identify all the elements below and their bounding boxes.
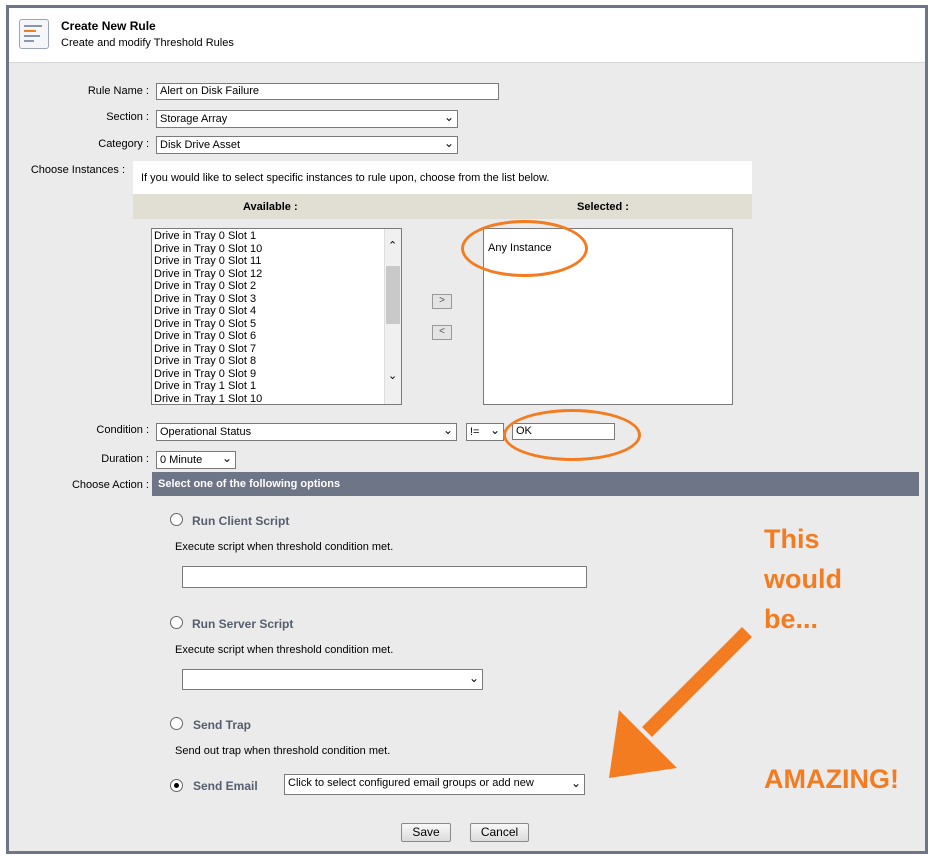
list-item[interactable]: Drive in Tray 0 Slot 2 [152, 280, 384, 293]
chevron-down-icon: ⌄ [221, 451, 232, 465]
list-item[interactable]: Drive in Tray 1 Slot 1 [152, 380, 384, 393]
scroll-thumb[interactable] [386, 266, 400, 324]
operator-select-value: != [470, 426, 480, 438]
duration-select-value: 0 Minute [160, 454, 203, 466]
list-item[interactable]: Drive in Tray 0 Slot 9 [152, 368, 384, 381]
instances-label: Choose Instances : [30, 164, 125, 176]
condition-select[interactable]: Operational Status ⌄ [156, 423, 457, 441]
list-item[interactable]: Drive in Tray 0 Slot 8 [152, 355, 384, 368]
list-item[interactable]: Drive in Tray 0 Slot 7 [152, 343, 384, 356]
rule-window: Create New Rule Create and modify Thresh… [6, 5, 928, 854]
client-script-title: Run Client Script [192, 514, 290, 528]
selected-header: Selected : [577, 201, 629, 213]
instances-hint: If you would like to select specific ins… [141, 172, 550, 184]
annotation-line-3: be... [764, 604, 819, 634]
highlight-ellipse-any-instance [461, 220, 588, 277]
section-select-value: Storage Array [160, 113, 228, 125]
available-header: Available : [243, 201, 298, 213]
page-title: Create New Rule [61, 19, 156, 33]
client-script-desc: Execute script when threshold condition … [175, 541, 394, 553]
section-select[interactable]: Storage Array ⌄ [156, 110, 458, 128]
send-email-title: Send Email [193, 779, 258, 793]
chevron-down-icon: ⌄ [442, 423, 453, 437]
scroll-up-icon[interactable]: ⌃ [388, 239, 397, 252]
chevron-down-icon: ⌄ [468, 671, 479, 685]
available-list[interactable]: Drive in Tray 0 Slot 1 Drive in Tray 0 Sl… [151, 228, 402, 405]
action-banner: Select one of the following options [152, 472, 919, 496]
chevron-down-icon: ⌄ [570, 776, 581, 790]
category-select[interactable]: Disk Drive Asset ⌄ [156, 136, 458, 154]
email-groups-select-value: Click to select configured email groups … [288, 777, 534, 789]
send-trap-title: Send Trap [193, 718, 252, 732]
save-button[interactable]: Save [401, 823, 451, 842]
list-item[interactable]: Drive in Tray 0 Slot 1 [152, 230, 384, 243]
rules-document-icon [19, 19, 49, 49]
annotation-arrow-icon [609, 627, 752, 778]
action-banner-text: Select one of the following options [158, 478, 341, 490]
scrollbar[interactable]: ⌃ ⌄ [384, 229, 401, 404]
category-select-value: Disk Drive Asset [160, 139, 241, 151]
email-groups-select[interactable]: Click to select configured email groups … [284, 774, 585, 795]
rule-name-input[interactable]: Alert on Disk Failure [156, 83, 499, 100]
section-label: Section : [106, 111, 149, 123]
server-script-desc: Execute script when threshold condition … [175, 644, 394, 656]
client-script-radio[interactable] [170, 513, 183, 526]
instances-header-bar: Available : Selected : [133, 194, 752, 219]
scroll-down-icon[interactable]: ⌄ [388, 369, 397, 382]
client-script-input[interactable] [182, 566, 587, 588]
condition-label: Condition : [96, 424, 149, 436]
list-item[interactable]: Drive in Tray 0 Slot 12 [152, 268, 384, 281]
instances-hint-panel: If you would like to select specific ins… [133, 161, 752, 194]
list-item[interactable]: Drive in Tray 1 Slot 10 [152, 393, 384, 405]
list-item[interactable]: Drive in Tray 0 Slot 5 [152, 318, 384, 331]
annotation-line-1: This [764, 524, 820, 554]
annotation-line-2: would [764, 564, 842, 594]
page-subtitle: Create and modify Threshold Rules [61, 37, 234, 49]
header-bar: Create New Rule Create and modify Thresh… [9, 8, 925, 63]
send-email-radio[interactable] [170, 779, 183, 792]
condition-select-value: Operational Status [160, 426, 252, 438]
chevron-down-icon: ⌄ [443, 136, 454, 150]
server-script-select[interactable]: ⌄ [182, 669, 483, 690]
move-left-button[interactable]: < [432, 325, 452, 340]
rule-name-label: Rule Name : [87, 85, 149, 97]
list-item[interactable]: Drive in Tray 0 Slot 6 [152, 330, 384, 343]
category-label: Category : [98, 138, 149, 150]
available-items: Drive in Tray 0 Slot 1 Drive in Tray 0 Sl… [152, 230, 384, 405]
server-script-radio[interactable] [170, 616, 183, 629]
list-item[interactable]: Drive in Tray 0 Slot 4 [152, 305, 384, 318]
annotation-line-4: AMAZING! [764, 764, 899, 794]
operator-select[interactable]: != ⌄ [466, 423, 504, 441]
chevron-down-icon: ⌄ [443, 110, 454, 124]
duration-label: Duration : [101, 453, 149, 465]
list-item[interactable]: Drive in Tray 0 Slot 3 [152, 293, 384, 306]
action-label: Choose Action : [71, 479, 149, 491]
move-right-button[interactable]: > [432, 294, 452, 309]
list-item[interactable]: Drive in Tray 0 Slot 10 [152, 243, 384, 256]
cancel-button[interactable]: Cancel [470, 823, 529, 842]
highlight-ellipse-ok [503, 409, 641, 461]
send-trap-radio[interactable] [170, 717, 183, 730]
list-item[interactable]: Drive in Tray 0 Slot 11 [152, 255, 384, 268]
send-trap-desc: Send out trap when threshold condition m… [175, 745, 391, 757]
duration-select[interactable]: 0 Minute ⌄ [156, 451, 236, 469]
server-script-title: Run Server Script [192, 617, 294, 631]
chevron-down-icon: ⌄ [489, 423, 500, 437]
